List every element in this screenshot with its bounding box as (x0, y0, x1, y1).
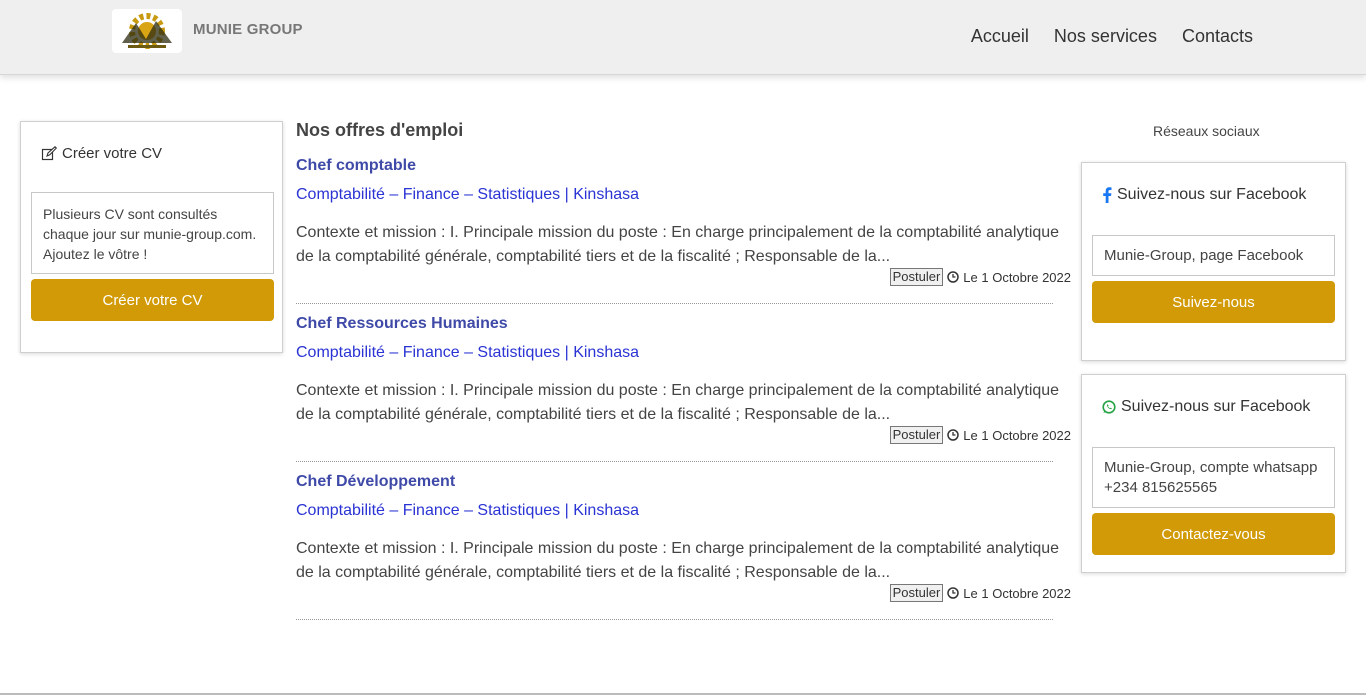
follow-us-button[interactable]: Suivez-nous (1092, 281, 1335, 323)
facebook-title: Suivez-nous sur Facebook (1117, 186, 1307, 203)
whatsapp-account-field: Munie-Group, compte whatsapp +234 815625… (1092, 447, 1335, 508)
job-separator (296, 619, 1053, 620)
create-cv-title: Créer votre CV (62, 145, 163, 162)
job-date: Le 1 Octobre 2022 (963, 585, 1071, 601)
facebook-page-field: Munie-Group, page Facebook (1092, 235, 1335, 276)
job-item: Chef Ressources Humaines Comptabilité – … (296, 278, 1073, 462)
job-description: Contexte et mission : I. Principale miss… (296, 224, 1060, 265)
job-description: Contexte et mission : I. Principale miss… (296, 540, 1060, 581)
whatsapp-card: Suivez-nous sur Facebook Munie-Group, co… (1081, 374, 1346, 573)
whatsapp-icon (1102, 400, 1116, 414)
job-title[interactable]: Chef Développement (296, 473, 455, 491)
job-title[interactable]: Chef comptable (296, 157, 416, 175)
job-item: Chef Développement Comptabilité – Financ… (296, 436, 1073, 620)
job-title[interactable]: Chef Ressources Humaines (296, 315, 508, 333)
apply-button[interactable]: Postuler (889, 584, 944, 602)
create-cv-card: Créer votre CV Plusieurs CV sont consult… (20, 121, 283, 353)
nav-nos-services[interactable]: Nos services (1054, 26, 1157, 47)
brand-name: MUNIE GROUP (193, 21, 303, 38)
job-category-link[interactable]: Comptabilité – Finance – Statistiques | … (296, 344, 639, 362)
munie-group-logo[interactable] (112, 9, 182, 53)
whatsapp-title: Suivez-nous sur Facebook (1121, 398, 1311, 415)
create-cv-button[interactable]: Créer votre CV (31, 279, 274, 321)
top-navbar: MUNIE GROUP Accueil Nos services Contact… (0, 0, 1366, 75)
clock-icon (947, 587, 960, 599)
nav-contacts[interactable]: Contacts (1182, 26, 1253, 47)
facebook-icon (1103, 187, 1112, 203)
job-offers: Nos offres d'emploi Chef comptable Compt… (296, 120, 1073, 620)
job-category-link[interactable]: Comptabilité – Finance – Statistiques | … (296, 186, 639, 204)
footer-divider (0, 693, 1366, 695)
job-category-link[interactable]: Comptabilité – Finance – Statistiques | … (296, 502, 639, 520)
whatsapp-heading: Suivez-nous sur Facebook (1102, 398, 1310, 416)
gear-logo-icon (122, 13, 172, 49)
facebook-card: Suivez-nous sur Facebook Munie-Group, pa… (1081, 162, 1346, 361)
facebook-heading: Suivez-nous sur Facebook (1102, 186, 1306, 204)
nav-accueil[interactable]: Accueil (971, 26, 1029, 47)
job-meta: Postuler Le 1 Octobre 2022 (889, 584, 1071, 602)
contact-us-button[interactable]: Contactez-vous (1092, 513, 1335, 555)
social-networks-title: Réseaux sociaux (1153, 123, 1260, 139)
edit-icon (41, 145, 57, 160)
create-cv-text: Plusieurs CV sont consultés chaque jour … (31, 192, 274, 274)
create-cv-heading: Créer votre CV (41, 145, 162, 162)
job-description: Contexte et mission : I. Principale miss… (296, 382, 1060, 423)
job-item: Chef comptable Comptabilité – Finance – … (296, 120, 1073, 304)
main-nav: Accueil Nos services Contacts (971, 26, 1253, 47)
